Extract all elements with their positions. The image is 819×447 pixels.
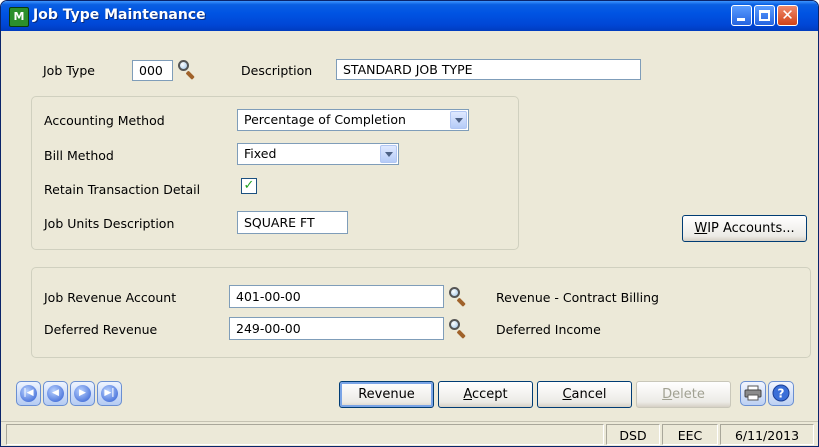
maximize-icon xyxy=(759,10,770,21)
deferred-revenue-lookup-button[interactable] xyxy=(447,318,471,340)
next-record-button[interactable]: ▶ xyxy=(70,381,95,406)
job-revenue-account-label: Job Revenue Account xyxy=(44,290,177,305)
title-bar[interactable]: M Job Type Maintenance ✕ xyxy=(1,1,818,31)
checkmark-icon: ✓ xyxy=(243,178,255,193)
dropdown-arrow-icon[interactable] xyxy=(450,111,467,129)
maximize-button[interactable] xyxy=(754,5,775,26)
accounts-group xyxy=(31,267,811,358)
last-record-button[interactable]: ▶| xyxy=(97,381,122,406)
first-record-button[interactable]: |◀ xyxy=(16,381,41,406)
bill-method-select[interactable]: Fixed xyxy=(237,143,399,165)
job-revenue-account-description: Revenue - Contract Billing xyxy=(496,290,659,305)
lookup-icon xyxy=(449,319,460,330)
description-label: Description xyxy=(241,63,313,78)
deferred-revenue-label: Deferred Revenue xyxy=(44,322,158,337)
job-type-label: Job Type xyxy=(43,63,95,78)
delete-button[interactable]: Delete xyxy=(636,381,731,408)
retain-transaction-detail-checkbox[interactable]: ✓ xyxy=(241,178,257,194)
dropdown-arrow-icon[interactable] xyxy=(380,145,397,163)
close-button[interactable]: ✕ xyxy=(777,5,798,26)
job-units-description-input[interactable]: SQUARE FT xyxy=(237,211,348,234)
status-company: DSD xyxy=(606,424,660,445)
window-title: Job Type Maintenance xyxy=(33,7,206,23)
retain-transaction-detail-label: Retain Transaction Detail xyxy=(44,182,201,197)
svg-text:?: ? xyxy=(778,387,785,401)
job-revenue-account-input[interactable]: 401-00-00 xyxy=(229,285,444,308)
close-icon: ✕ xyxy=(781,6,794,24)
bill-method-value: Fixed xyxy=(244,146,277,161)
last-record-icon: ▶| xyxy=(101,385,118,402)
next-record-icon: ▶ xyxy=(74,385,91,402)
bill-method-label: Bill Method xyxy=(44,148,114,163)
job-type-input[interactable]: 000 xyxy=(132,60,173,81)
accept-button[interactable]: Accept xyxy=(438,381,533,408)
accounting-method-value: Percentage of Completion xyxy=(244,112,406,127)
accounting-method-label: Accounting Method xyxy=(44,113,165,128)
print-button[interactable] xyxy=(740,381,766,406)
first-record-icon: |◀ xyxy=(20,385,37,402)
job-units-description-label: Job Units Description xyxy=(44,216,175,231)
wip-accounts-button[interactable]: WIP Accounts... xyxy=(682,215,807,242)
status-message-cell xyxy=(6,424,604,445)
job-revenue-account-lookup-button[interactable] xyxy=(447,286,471,308)
cancel-button[interactable]: Cancel xyxy=(537,381,632,408)
minimize-icon xyxy=(737,18,745,21)
description-input[interactable]: STANDARD JOB TYPE xyxy=(336,59,641,80)
accounting-method-select[interactable]: Percentage of Completion xyxy=(237,109,469,131)
printer-icon xyxy=(744,385,762,401)
revenue-button[interactable]: Revenue xyxy=(339,381,434,408)
help-button[interactable]: ? xyxy=(768,381,794,406)
status-user: EEC xyxy=(662,424,718,445)
job-type-maintenance-window: M Job Type Maintenance ✕ Job Type 000 De… xyxy=(0,0,819,447)
deferred-revenue-input[interactable]: 249-00-00 xyxy=(229,317,444,340)
job-type-lookup-button[interactable] xyxy=(176,59,200,81)
help-icon: ? xyxy=(772,384,790,402)
deferred-revenue-description: Deferred Income xyxy=(496,322,601,337)
lookup-icon xyxy=(449,287,460,298)
previous-record-button[interactable]: ◀ xyxy=(43,381,68,406)
app-icon: M xyxy=(9,7,29,27)
lookup-icon xyxy=(178,60,189,71)
status-date: 6/11/2013 xyxy=(720,424,814,445)
minimize-button[interactable] xyxy=(731,5,752,26)
status-bar: DSD EEC 6/11/2013 xyxy=(1,421,818,446)
previous-record-icon: ◀ xyxy=(47,385,64,402)
